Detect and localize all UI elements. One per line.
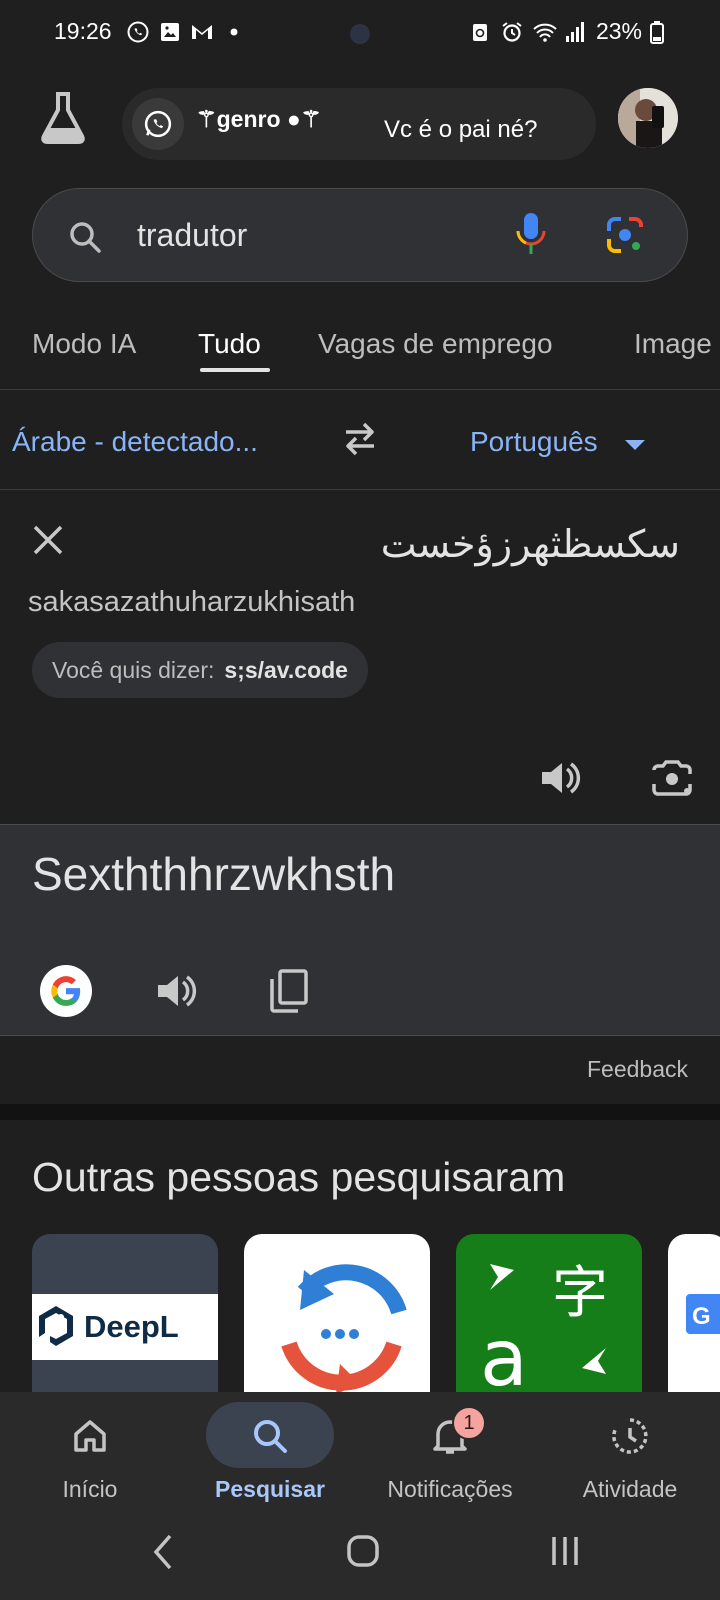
battery-icon (650, 20, 664, 44)
system-navigation (0, 1500, 720, 1600)
related-card-microsoft-translator[interactable]: 字 a (456, 1234, 642, 1392)
status-bar: 19:26 23% (0, 0, 720, 64)
search-icon (67, 219, 103, 255)
close-icon[interactable] (30, 522, 66, 558)
mic-icon[interactable] (513, 211, 549, 259)
header: ⚚genro ●⚚ Vc é o pai né? (0, 80, 720, 160)
status-icons-left (126, 20, 246, 44)
deepl-wordmark: DeepL (84, 1309, 179, 1344)
tab-tudo[interactable]: Tudo (198, 328, 261, 360)
notification-pill[interactable]: ⚚genro ●⚚ Vc é o pai né? (122, 88, 596, 160)
alarm-icon (500, 20, 524, 44)
gmail-icon (190, 20, 214, 44)
transliteration: sakasazathuharzukhisath (28, 586, 356, 618)
wifi-icon (532, 20, 557, 44)
notification-message: Vc é o pai né? (384, 116, 538, 143)
swap-languages-icon[interactable] (340, 418, 380, 458)
speaker-icon[interactable] (154, 969, 198, 1013)
nav-item-notificacoes[interactable]: Notificações (360, 1392, 540, 1502)
copy-icon[interactable] (266, 967, 310, 1015)
home-button-icon[interactable] (346, 1534, 380, 1568)
signal-icon (564, 20, 588, 44)
notification-sender: ⚚genro ●⚚ (196, 106, 322, 132)
feedback-link[interactable]: Feedback (587, 1056, 688, 1083)
search-icon (250, 1416, 290, 1456)
recents-icon[interactable] (548, 1534, 582, 1568)
google-logo-icon[interactable] (40, 965, 92, 1017)
activity-icon (610, 1416, 650, 1456)
related-card-google-translate[interactable]: G (668, 1234, 720, 1392)
dot-icon (222, 20, 246, 44)
status-icons-right: 23% (468, 18, 664, 45)
notification-badge: 1 (452, 1406, 486, 1440)
translation-result[interactable]: Sexththhrzwkhsth (32, 847, 395, 901)
active-tab-indicator (200, 368, 270, 372)
whatsapp-icon (126, 20, 150, 44)
related-card-translate-app[interactable] (244, 1234, 430, 1392)
tab-imagens[interactable]: Image (634, 328, 712, 360)
google-translate-icon: G (668, 1294, 720, 1392)
did-you-mean-label: Você quis dizer: (52, 656, 215, 683)
nav-label-notificacoes: Notificações (387, 1476, 513, 1502)
search-tabs: Modo IA Tudo Vagas de emprego Image (0, 310, 720, 390)
camera-icon[interactable] (650, 756, 694, 800)
source-panel: سكسظثهرزؤخست sakasazathuharzukhisath Voc… (0, 492, 720, 824)
translation-result-panel: Sexththhrzwkhsth (0, 824, 720, 1036)
flask-icon[interactable] (38, 90, 88, 144)
back-icon[interactable] (148, 1534, 178, 1570)
home-icon (70, 1416, 110, 1456)
recycle-icon (468, 20, 492, 44)
related-searches-title: Outras pessoas pesquisaram (32, 1154, 566, 1200)
tab-vagas-de-emprego[interactable]: Vagas de emprego (318, 328, 553, 360)
nav-item-atividade[interactable]: Atividade (540, 1392, 720, 1502)
translator-arrows-icon (456, 1234, 642, 1392)
source-language-select[interactable]: Árabe - detectado... (12, 426, 258, 458)
nav-label-pesquisar: Pesquisar (215, 1476, 325, 1502)
tab-modo-ia[interactable]: Modo IA (32, 328, 136, 360)
translate-app-icon (244, 1264, 430, 1392)
target-language-select[interactable]: Português (470, 426, 598, 458)
search-input[interactable]: tradutor (137, 217, 247, 254)
search-box[interactable]: tradutor (32, 188, 688, 282)
battery-text: 23% (595, 18, 642, 44)
chevron-down-icon[interactable] (624, 438, 646, 452)
nav-label-inicio: Início (62, 1476, 118, 1502)
speaker-icon[interactable] (538, 756, 582, 800)
avatar[interactable] (616, 86, 680, 150)
did-you-mean-chip[interactable]: Você quis dizer: s;s/av.code (32, 642, 368, 698)
source-text[interactable]: سكسظثهرزؤخست (381, 522, 680, 566)
did-you-mean-value: s;s/av.code (224, 656, 348, 683)
related-cards: DeepL 字 a G (32, 1234, 720, 1392)
lens-icon[interactable] (605, 215, 645, 255)
nav-item-inicio[interactable]: Início (0, 1392, 180, 1502)
language-bar: Árabe - detectado... Português (0, 392, 720, 490)
svg-text:G: G (692, 1303, 711, 1330)
nav-label-atividade: Atividade (582, 1476, 678, 1502)
related-card-deepl[interactable]: DeepL (32, 1234, 218, 1392)
section-divider (0, 1104, 720, 1120)
whatsapp-icon (132, 98, 184, 150)
deepl-logo: DeepL (32, 1294, 218, 1360)
gallery-icon (158, 20, 182, 44)
front-camera (350, 24, 370, 44)
status-time: 19:26 (54, 18, 112, 44)
nav-item-pesquisar[interactable]: Pesquisar (180, 1392, 360, 1502)
